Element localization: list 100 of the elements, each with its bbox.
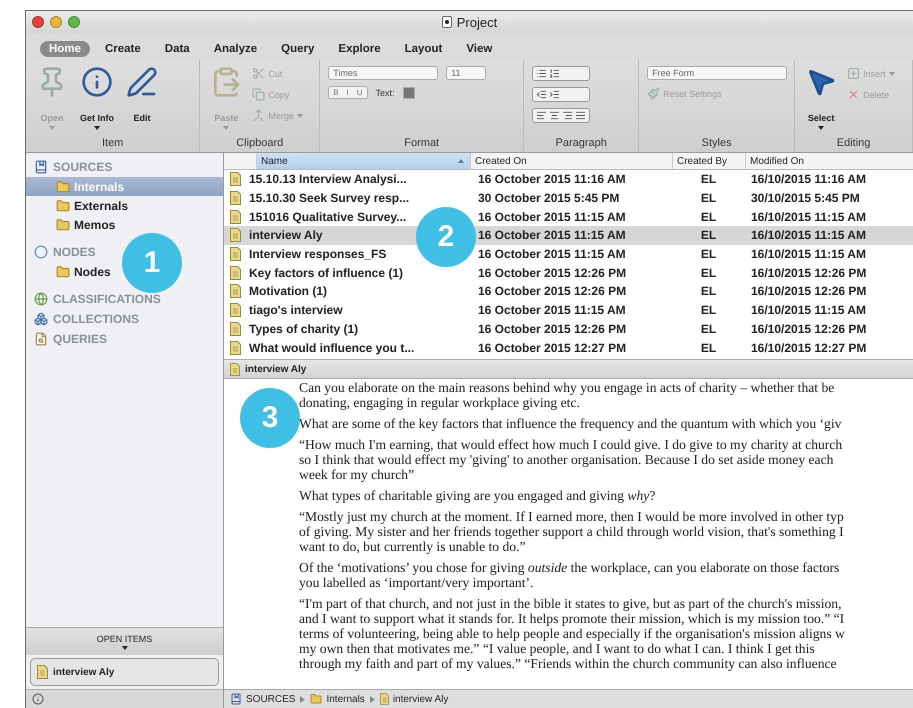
ribbon-tab[interactable]: Analyze — [204, 41, 266, 57]
document-icon — [230, 247, 241, 262]
document-icon — [230, 266, 241, 280]
list-toggle[interactable] — [532, 66, 590, 81]
document-text: “I'm part of that church, and not just in the bible it states to give, but as part of the church's mission, — [299, 596, 842, 611]
table-cell-text: EL — [700, 303, 718, 318]
font-select[interactable]: Times — [328, 66, 438, 80]
table-cell-text: 16/10/2015 11:15 AM — [750, 247, 867, 262]
breadcrumb-link[interactable]: SOURCES — [230, 693, 296, 705]
preview-title: interview Aly — [245, 364, 306, 374]
document-icon — [380, 693, 389, 705]
color-swatch[interactable] — [402, 86, 415, 98]
scissors-icon — [252, 67, 266, 80]
book-icon — [34, 160, 48, 174]
table-cell-text: 16/10/2015 12:27 PM — [750, 340, 868, 355]
sidebar-item[interactable]: Memos — [26, 215, 223, 234]
ribbon-button[interactable]: Edit — [124, 66, 160, 123]
column-header[interactable]: Created By — [672, 153, 745, 169]
folder-icon — [56, 264, 70, 278]
table-cell: Motivation (1) — [249, 284, 327, 298]
style-toggle[interactable]: I — [342, 87, 353, 98]
size-select[interactable]: 11 — [446, 66, 486, 80]
table-cell-text: 16 October 2015 12:26 PM — [477, 266, 628, 280]
table-cell-text: 16/10/2015 12:26 PM — [750, 322, 868, 336]
boxes-icon — [34, 312, 48, 326]
table-cell-text: 16 October 2015 12:27 PM — [477, 340, 628, 355]
chevron-icon — [370, 696, 375, 702]
document-icon — [230, 210, 241, 224]
breadcrumb-link[interactable]: interview Aly — [380, 693, 448, 705]
close-icon[interactable] — [32, 16, 44, 28]
ribbon-tab[interactable]: Create — [96, 41, 150, 57]
table-cell-text: EL — [700, 340, 718, 355]
indent-toggle[interactable] — [532, 87, 590, 102]
document-text: you labelled as ‘important/very important’. — [299, 575, 534, 590]
document-icon — [230, 172, 241, 186]
sidebar-item[interactable]: Externals — [26, 196, 223, 215]
select-button[interactable]: Select — [803, 66, 840, 130]
table-cell: What would influence you t... — [249, 340, 414, 355]
table-cell-text: EL — [700, 322, 718, 336]
circle-icon — [34, 245, 48, 259]
document-text: “How much I'm earning, that would effect how much I could give. I do give to my charity at church — [299, 437, 844, 452]
alignment-toggle[interactable] — [532, 108, 590, 123]
table-cell: interview Aly — [249, 228, 323, 242]
zoom-icon[interactable] — [68, 16, 80, 28]
table-cell-text: EL — [700, 210, 718, 224]
globe-icon — [34, 292, 48, 306]
table-cell-text: EL — [700, 172, 718, 186]
group-title: Format — [403, 137, 440, 151]
ribbon-tab[interactable]: Explore — [329, 41, 390, 57]
minimize-icon[interactable] — [50, 16, 62, 28]
document-text: and I want to support what it stands for. It helps promote their mission, which is my mission too.” “I — [299, 611, 846, 626]
table-cell-text: 30 October 2015 5:45 PM — [477, 191, 620, 206]
column-header[interactable]: Modified On — [745, 153, 913, 169]
open-item[interactable]: interview Aly — [30, 658, 219, 686]
ribbon-tab[interactable]: Query — [272, 41, 324, 57]
ribbon-button[interactable]: Get Info — [78, 66, 116, 130]
table-cell-text: 16 October 2015 12:26 PM — [477, 284, 628, 298]
folder-icon — [310, 693, 322, 705]
column-header[interactable]: Created On — [470, 153, 672, 169]
merge-icon — [252, 109, 266, 122]
style-toggle[interactable]: B — [329, 87, 343, 98]
table-cell-text: EL — [700, 247, 718, 262]
document-text: of giving. My sister and her friends together support a child through world vision, that's something I — [299, 524, 845, 539]
outdent-icon — [536, 89, 548, 100]
table-cell-text: 16 October 2015 11:15 AM — [477, 303, 627, 318]
style-toggle[interactable]: U — [352, 87, 367, 98]
ribbon-tab[interactable]: View — [457, 41, 502, 57]
table-cell-text: EL — [700, 266, 718, 280]
brush-icon — [647, 87, 660, 100]
open-items-header[interactable]: OPEN ITEMS — [26, 627, 223, 655]
document-text: Can you elaborate on the main reasons behind why you engage in acts of charity – whether that be — [299, 380, 836, 395]
table-cell: Key factors of influence (1) — [249, 266, 404, 280]
info-icon — [81, 66, 113, 98]
align-left-icon — [536, 110, 548, 121]
table-cell-text: 16/10/2015 11:15 AM — [750, 228, 867, 242]
table-cell-text: 16 October 2015 11:15 AM — [477, 228, 627, 242]
document-icon — [230, 228, 241, 242]
column-header[interactable]: Name — [256, 153, 470, 169]
document-icon — [230, 340, 241, 355]
document-icon — [230, 362, 240, 376]
style-select[interactable]: Free Form — [647, 66, 788, 80]
numbered-list-icon — [549, 68, 560, 79]
group-title: Paragraph — [554, 137, 608, 151]
document-text: so I think that would effect my 'giving' to another organisation. Because I do set aside money each — [299, 452, 834, 467]
table-cell-text: 16 October 2015 11:15 AM — [477, 247, 627, 262]
table-cell: Types of charity (1) — [249, 322, 358, 336]
book-icon — [230, 693, 242, 705]
document-text: through my faith and part of my values.” “Friends within the church community can also influence — [299, 656, 838, 671]
indent-icon — [549, 89, 560, 100]
folder-icon — [56, 218, 70, 232]
document-icon — [230, 303, 241, 318]
ribbon-tab[interactable]: Layout — [396, 41, 452, 57]
table-cell-text: 16 October 2015 11:16 AM — [477, 172, 627, 186]
table-cell-text: 30/10/2015 5:45 PM — [750, 191, 861, 206]
group-title: Item — [100, 137, 124, 151]
ribbon-tab[interactable]: Data — [156, 41, 199, 57]
table-cell-text: EL — [700, 228, 718, 242]
table-cell-text: EL — [700, 284, 718, 298]
breadcrumb-link[interactable]: Internals — [310, 693, 365, 705]
copy-icon — [252, 88, 266, 101]
